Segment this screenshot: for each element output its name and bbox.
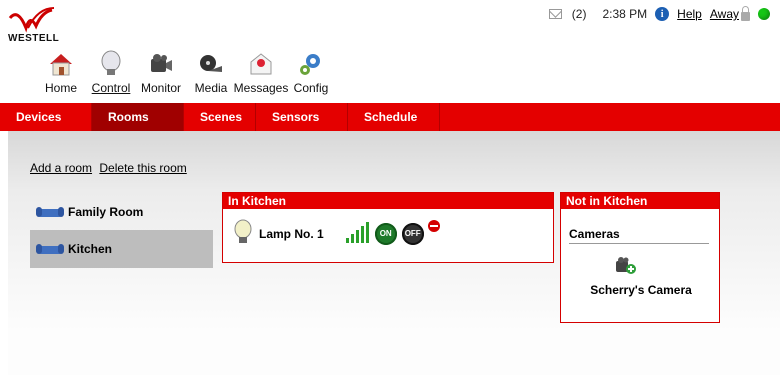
toolbar-monitor[interactable]: Monitor <box>136 50 186 95</box>
tab-schedule[interactable]: Schedule <box>348 103 440 131</box>
device-row: Lamp No. 1 ON OFF <box>233 219 440 248</box>
toolbar-label: Monitor <box>140 81 181 95</box>
away-mode-link[interactable]: Away <box>710 7 739 21</box>
device-off-button[interactable]: OFF <box>401 222 424 245</box>
not-in-room-panel: Not in Kitchen Cameras Scherry's Camera <box>560 192 720 323</box>
room-item-kitchen[interactable]: Kitchen <box>30 230 213 268</box>
lightbulb-icon <box>233 219 253 248</box>
toolbar-media[interactable]: Media <box>186 50 236 95</box>
main-toolbar: Home Control Monitor Media Messages Conf… <box>36 50 336 95</box>
toolbar-label: Messages <box>233 81 289 95</box>
sofa-icon <box>36 242 64 256</box>
panel-title: In Kitchen <box>223 193 553 209</box>
page: WESTELL (2) 2:38 PM i Help Away Home Con… <box>0 0 780 375</box>
toolbar-label: Media <box>194 81 228 95</box>
room-name: Kitchen <box>68 242 113 256</box>
sofa-icon <box>36 205 64 219</box>
message-count[interactable]: (2) <box>572 7 587 21</box>
envelope-icon <box>247 50 275 78</box>
tab-sensors[interactable]: Sensors <box>256 103 348 131</box>
tab-scenes[interactable]: Scenes <box>184 103 256 131</box>
category-heading: Cameras <box>569 227 709 244</box>
lightbulb-icon <box>97 50 125 78</box>
device-name[interactable]: Lamp No. 1 <box>259 227 324 241</box>
tab-rooms[interactable]: Rooms <box>92 103 184 131</box>
clock: 2:38 PM <box>602 7 648 21</box>
film-reel-icon <box>197 50 225 78</box>
camera-icon <box>147 50 175 78</box>
room-name: Family Room <box>68 205 144 219</box>
add-room-link[interactable]: Add a room <box>30 161 92 175</box>
signal-strength-icon <box>345 221 370 246</box>
rooms-content: Add a room Delete this room Family Room … <box>8 131 780 375</box>
toolbar-label: Control <box>91 81 131 95</box>
remove-device-icon[interactable] <box>427 219 440 232</box>
status-bar: (2) 2:38 PM i Help Away <box>548 5 770 21</box>
logo-text: WESTELL <box>8 33 60 44</box>
toolbar-label: Config <box>293 81 329 95</box>
toolbar-config[interactable]: Config <box>286 50 336 95</box>
toolbar-messages[interactable]: Messages <box>233 50 289 95</box>
status-indicator-dot <box>758 8 770 20</box>
camera-item-label[interactable]: Scherry's Camera <box>561 283 721 297</box>
mail-icon[interactable] <box>548 9 562 19</box>
toolbar-label: Home <box>44 81 77 95</box>
device-on-button[interactable]: ON <box>374 222 397 245</box>
tab-devices[interactable]: Devices <box>0 103 92 131</box>
lock-icon <box>741 5 750 21</box>
room-item-family-room[interactable]: Family Room <box>30 193 213 231</box>
info-icon[interactable]: i <box>655 7 670 21</box>
in-room-panel: In Kitchen Lamp No. 1 ON OFF <box>222 192 554 263</box>
gears-icon <box>297 50 325 78</box>
room-actions: Add a room Delete this room <box>30 161 191 175</box>
panel-title: Not in Kitchen <box>561 193 719 209</box>
toolbar-home[interactable]: Home <box>36 50 86 95</box>
delete-room-link[interactable]: Delete this room <box>99 161 186 175</box>
help-link[interactable]: Help <box>677 7 702 21</box>
toolbar-control[interactable]: Control <box>86 50 136 95</box>
westell-logo: WESTELL <box>8 6 78 44</box>
add-camera-icon[interactable] <box>615 255 637 275</box>
section-nav: Devices Rooms Scenes Sensors Schedule <box>0 103 780 131</box>
home-icon <box>47 50 75 78</box>
